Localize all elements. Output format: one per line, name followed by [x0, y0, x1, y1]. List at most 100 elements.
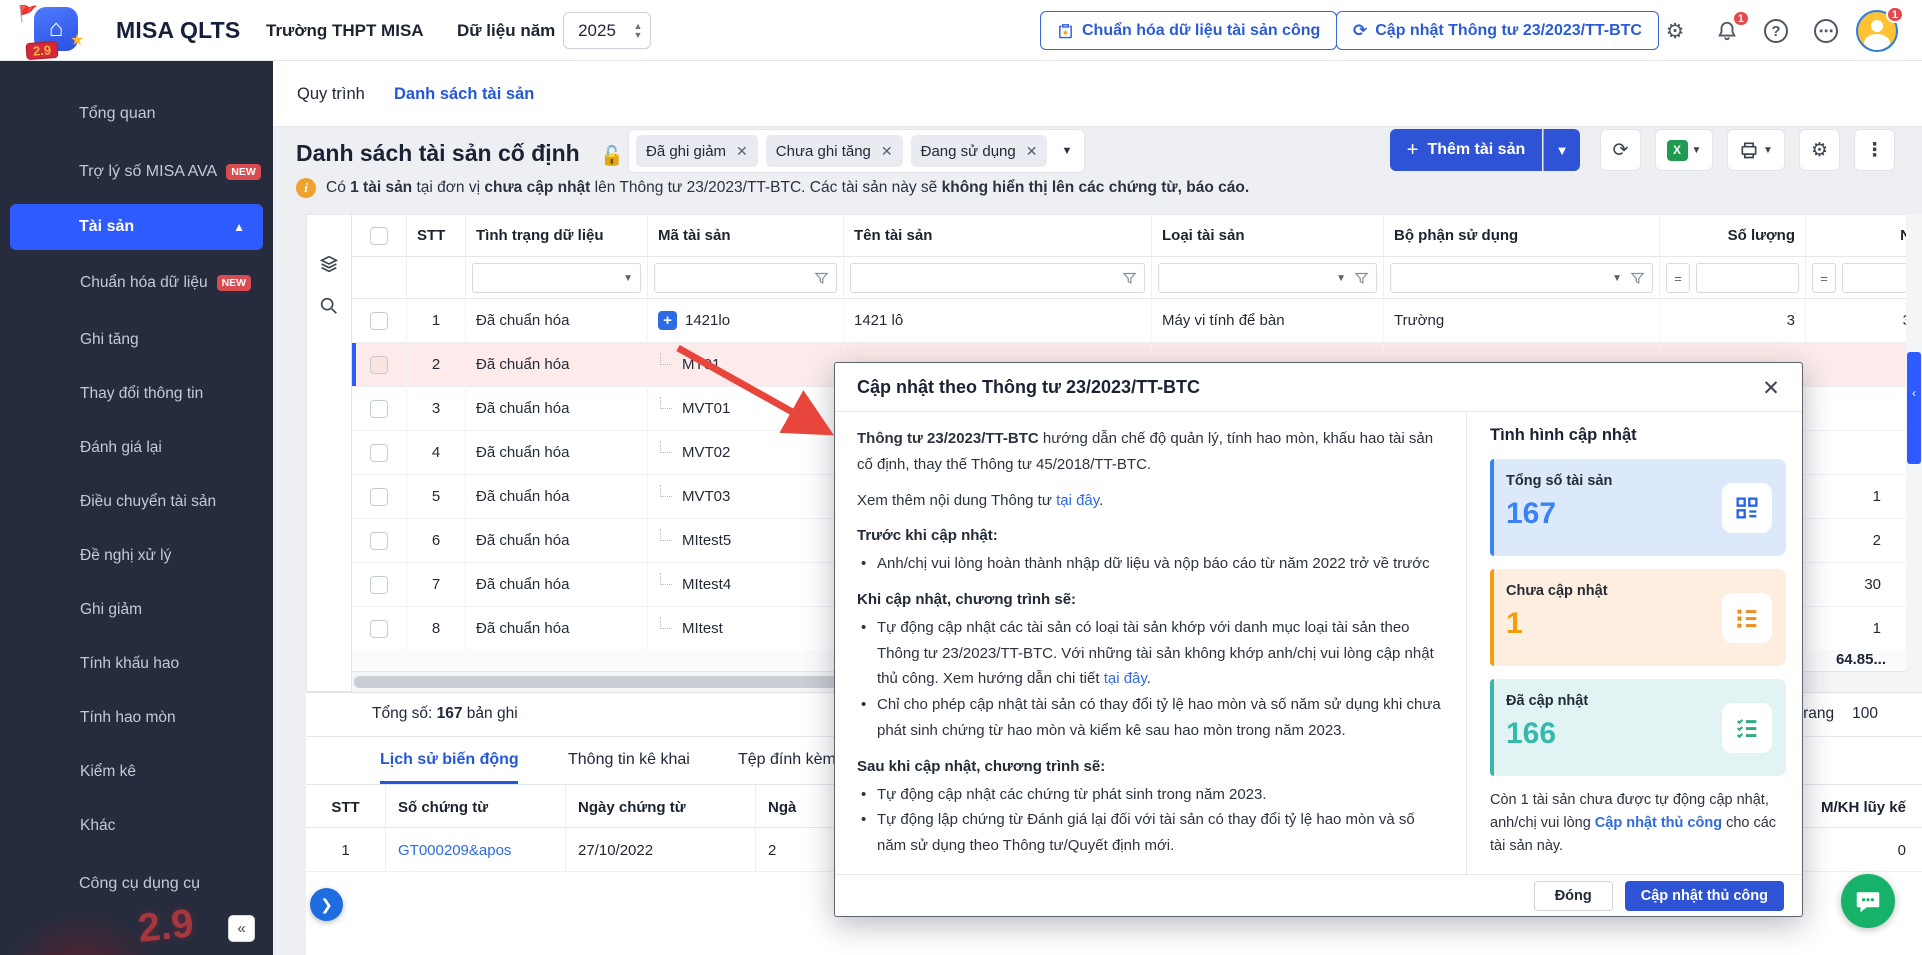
sidebar-sub-standardize[interactable]: Chuẩn hóa dữ liệu NEW	[10, 261, 273, 305]
tab-thong-tin-ke-khai[interactable]: Thông tin kê khai	[568, 751, 690, 769]
chip-remove-icon[interactable]: ✕	[881, 143, 893, 160]
table-settings-button[interactable]: ⚙	[1799, 129, 1840, 171]
modal-body: Thông tư 23/2023/TT-BTC hướng dẫn chế độ…	[835, 412, 1802, 876]
info-icon: i	[296, 178, 316, 198]
row-checkbox[interactable]	[370, 356, 388, 374]
clipboard-star-icon	[1057, 22, 1074, 39]
circular-link[interactable]: tại đây	[1056, 492, 1099, 509]
filter-chip-dang-su-dung[interactable]: Đang sử dụng✕	[911, 135, 1048, 167]
expand-panel-button[interactable]: ❯	[310, 888, 343, 921]
manual-update-note: Còn 1 tài sản chưa được tự động cập nhật…	[1490, 789, 1786, 859]
sidebar-sub-dieu-chuyen[interactable]: Điều chuyển tài sản	[10, 480, 273, 524]
update-circular-button-label: Cập nhật Thông tư 23/2023/TT-BTC	[1375, 22, 1642, 40]
add-asset-button[interactable]: + Thêm tài sản	[1390, 129, 1542, 171]
sidebar-sub-ghi-giam[interactable]: Ghi giảm	[10, 588, 273, 632]
sidebar-sub-ghi-tang[interactable]: Ghi tăng	[10, 318, 273, 362]
chip-remove-icon[interactable]: ✕	[736, 143, 748, 160]
row-checkbox[interactable]	[370, 444, 388, 462]
support-chat-button[interactable]	[1841, 874, 1895, 928]
help-icon[interactable]: ?	[1764, 19, 1788, 43]
settings-gear-icon[interactable]: ⚙	[1660, 16, 1690, 46]
col-status[interactable]: Tình trạng dữ liệu	[466, 215, 648, 257]
vertical-scrollbar[interactable]: ‹	[1906, 214, 1922, 692]
scrollbar-thumb[interactable]	[354, 676, 914, 688]
row-checkbox[interactable]	[370, 488, 388, 506]
sidebar-sub-de-nghi[interactable]: Đề nghị xử lý	[10, 534, 273, 578]
last-filter-input[interactable]	[1842, 263, 1915, 293]
unlock-icon[interactable]: 🔓	[600, 144, 624, 168]
row-checkbox[interactable]	[370, 312, 388, 330]
col-name[interactable]: Tên tài sản	[844, 215, 1152, 257]
sidebar-item-ava[interactable]: Trợ lý số MISA AVA NEW	[0, 149, 273, 195]
print-button[interactable]: ▼	[1727, 129, 1785, 171]
export-excel-button[interactable]: X▼	[1655, 129, 1713, 171]
filter-row: ▼ ▼ ▼ = =	[352, 257, 1922, 299]
add-asset-label: Thêm tài sản	[1427, 141, 1525, 159]
chip-remove-icon[interactable]: ✕	[1026, 143, 1038, 160]
tab-tep-dinh-kem[interactable]: Tệp đính kèm	[738, 751, 836, 769]
row-checkbox[interactable]	[370, 400, 388, 418]
more-menu-button[interactable]: ⋮	[1854, 129, 1895, 171]
avatar[interactable]: 1	[1856, 10, 1898, 52]
col-code[interactable]: Mã tài sản	[648, 215, 844, 257]
sidebar-sub-danh-gia[interactable]: Đánh giá lại	[10, 426, 273, 470]
manual-update-button[interactable]: Cập nhật thủ công	[1625, 881, 1784, 911]
more-options-icon[interactable]: ⋯	[1814, 19, 1838, 43]
select-all-checkbox[interactable]	[370, 227, 388, 245]
dept-filter-select[interactable]: ▼	[1390, 263, 1653, 293]
col-qty[interactable]: Số lượng	[1660, 215, 1806, 257]
expand-plus-icon[interactable]: +	[658, 311, 677, 330]
row-checkbox[interactable]	[370, 576, 388, 594]
code-filter-input[interactable]	[654, 263, 837, 293]
col-type[interactable]: Loại tài sản	[1152, 215, 1384, 257]
search-icon[interactable]	[318, 295, 340, 317]
year-spinner-arrows[interactable]: ▲▼	[630, 22, 650, 39]
type-filter-select[interactable]: ▼	[1158, 263, 1377, 293]
filter-chip-chua-ghi-tang[interactable]: Chưa ghi tăng✕	[766, 135, 903, 167]
sidebar-sub-kiem-ke[interactable]: Kiểm kê	[10, 750, 273, 794]
app-logo[interactable]: 🚩 ⌂ ★ 2.9	[8, 2, 108, 60]
col-doc-date: Ngày chứng từ	[566, 785, 756, 829]
update-circular-button[interactable]: ⟳ Cập nhật Thông tư 23/2023/TT-BTC	[1336, 11, 1659, 50]
panel-expander-tab[interactable]: ‹	[1907, 352, 1921, 464]
filter-chip-da-ghi-giam[interactable]: Đã ghi giảm✕	[636, 135, 758, 167]
close-button[interactable]: Đóng	[1534, 881, 1613, 911]
sidebar-item-tools[interactable]: Công cụ dụng cụ	[0, 861, 273, 907]
notification-bell-icon[interactable]: 1	[1712, 16, 1742, 46]
card-total-assets: Tổng số tài sản 167	[1490, 459, 1786, 556]
standardize-public-assets-button[interactable]: Chuẩn hóa dữ liệu tài sản công	[1040, 11, 1337, 50]
col-partial[interactable]: N	[1806, 215, 1922, 257]
name-filter-input[interactable]	[850, 263, 1145, 293]
qty-filter-operator[interactable]: =	[1666, 263, 1690, 293]
sidebar-sub-khac[interactable]: Khác	[10, 804, 273, 848]
sidebar-sub-khau-hao[interactable]: Tính khấu hao	[10, 642, 273, 686]
status-filter-select[interactable]: ▼	[472, 263, 641, 293]
tab-danh-sach-tai-san[interactable]: Danh sách tài sản	[394, 85, 534, 104]
col-dept[interactable]: Bộ phận sử dụng	[1384, 215, 1660, 257]
last-filter-operator[interactable]: =	[1812, 263, 1836, 293]
document-link[interactable]: GT000209&apos	[386, 828, 566, 872]
sidebar-sub-hao-mon[interactable]: Tính hao mòn	[10, 696, 273, 740]
top-bar: 🚩 ⌂ ★ 2.9 MISA QLTS Trường THPT MISA Dữ …	[0, 0, 1922, 61]
tab-lich-su-bien-dong[interactable]: Lịch sử biến động	[380, 751, 519, 769]
layers-icon[interactable]	[318, 253, 340, 275]
tab-quy-trinh[interactable]: Quy trình	[297, 85, 365, 104]
qty-filter-input[interactable]	[1696, 263, 1799, 293]
sidebar-sub-thay-doi[interactable]: Thay đổi thông tin	[10, 372, 273, 416]
col-stt[interactable]: STT	[407, 215, 466, 257]
manual-update-link[interactable]: Cập nhật thủ công	[1595, 815, 1722, 831]
table-row[interactable]: 1 Đã chuẩn hóa +1421lo 1421 lô Máy vi tí…	[352, 299, 1922, 343]
funnel-icon	[1354, 271, 1369, 286]
row-checkbox[interactable]	[370, 620, 388, 638]
row-checkbox[interactable]	[370, 532, 388, 550]
close-icon[interactable]: ✕	[1758, 375, 1784, 401]
guide-link[interactable]: tại đây	[1104, 670, 1147, 687]
refresh-button[interactable]: ⟳	[1600, 129, 1641, 171]
add-asset-dropdown[interactable]: ▼	[1543, 129, 1580, 171]
sidebar-item-assets[interactable]: Tài sản ▲	[10, 204, 263, 250]
collapse-sidebar-button[interactable]: «	[228, 915, 255, 942]
section-before: Trước khi cập nhật:	[857, 523, 1445, 549]
chip-dropdown-caret[interactable]: ▼	[1061, 145, 1072, 157]
year-spinner[interactable]: 2025 ▲▼	[563, 12, 651, 49]
sidebar-item-overview[interactable]: Tổng quan	[0, 91, 273, 137]
